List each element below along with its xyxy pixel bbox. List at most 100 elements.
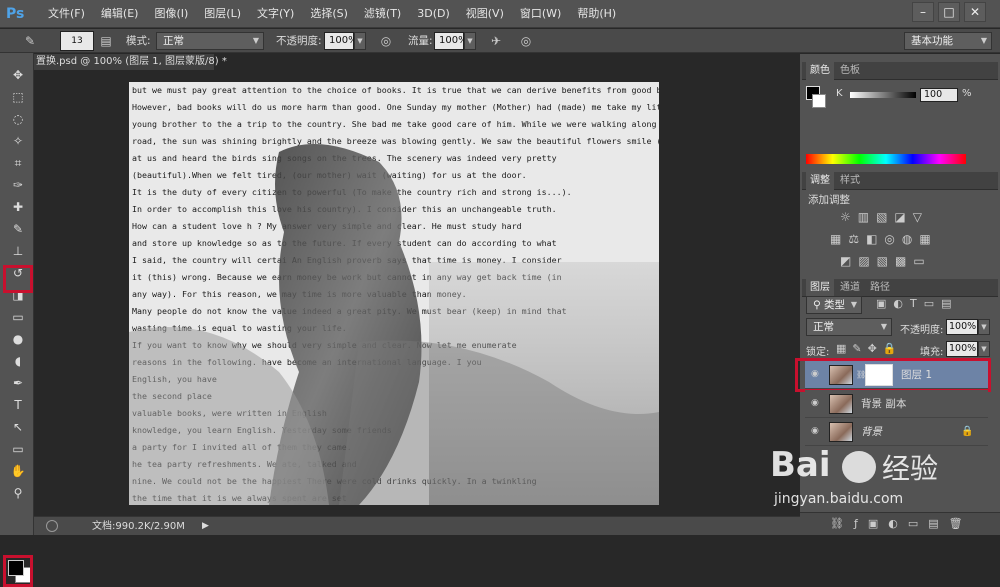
move-tool-icon[interactable]: ✥: [7, 65, 29, 85]
color-panel-tabs: 颜色 色板: [802, 62, 998, 80]
tab-layers[interactable]: 图层: [806, 279, 834, 297]
eyedropper-tool-icon[interactable]: ✑: [7, 175, 29, 195]
maximize-button[interactable]: □: [938, 2, 960, 22]
fill-input[interactable]: 100%: [946, 341, 978, 357]
layer-row-background[interactable]: ◉ 背景 🔒: [805, 418, 988, 446]
brush-panel-icon[interactable]: ▤: [98, 33, 114, 49]
menu-select[interactable]: 选择(S): [302, 0, 356, 28]
workspace-value: 基本功能: [911, 35, 953, 47]
tab-swatches[interactable]: 色板: [836, 62, 864, 80]
marquee-tool-icon[interactable]: ⬚: [7, 87, 29, 107]
background-color-chip[interactable]: [812, 94, 826, 108]
adjustment-icons-row-1[interactable]: ☼▥▧◪▽: [840, 210, 929, 224]
menu-layer[interactable]: 图层(L): [196, 0, 249, 28]
crop-tool-icon[interactable]: ⌗: [7, 153, 29, 173]
dodge-tool-icon[interactable]: ◖: [7, 351, 29, 371]
hand-tool-icon[interactable]: ✋: [7, 461, 29, 481]
color-spectrum-bar[interactable]: [806, 154, 966, 164]
k-value-input[interactable]: 100: [920, 88, 958, 102]
fill-dropdown[interactable]: ▼: [978, 341, 990, 357]
pen-tool-icon[interactable]: ✒: [7, 373, 29, 393]
menu-list: 文件(F) 编辑(E) 图像(I) 图层(L) 文字(Y) 选择(S) 滤镜(T…: [40, 0, 624, 28]
layer-name: 背景 副本: [861, 398, 907, 410]
flow-label: 流量:: [408, 35, 433, 47]
blend-mode-select[interactable]: 正常 ▼: [806, 318, 892, 336]
chevron-down-icon: ▼: [850, 300, 857, 309]
tools-panel: ✥ ⬚ ◌ ✧ ⌗ ✑ ✚ ✎ ⊥ ↺ ◨ ▭ ● ◖ ✒ T ↖ ▭ ✋ ⚲: [0, 53, 34, 587]
pressure-size-icon[interactable]: ◎: [518, 33, 534, 49]
brush-tool-highlight: [3, 265, 33, 293]
menu-bar: Ps 文件(F) 编辑(E) 图像(I) 图层(L) 文字(Y) 选择(S) 滤…: [0, 0, 1000, 28]
brush-preset-icon[interactable]: ✎: [22, 33, 38, 49]
pressure-opacity-icon[interactable]: ◎: [378, 33, 394, 49]
clone-stamp-tool-icon[interactable]: ⊥: [7, 241, 29, 261]
lock-label: 锁定:: [806, 347, 830, 358]
layer-filter-select[interactable]: ⚲ 类型 ▼: [806, 296, 862, 314]
tab-styles[interactable]: 样式: [836, 172, 864, 190]
layer-name: 背景: [861, 426, 882, 438]
brush-tool-icon[interactable]: ✎: [7, 219, 29, 239]
color-swatches[interactable]: [3, 555, 33, 587]
opacity-dropdown[interactable]: ▼: [354, 32, 366, 50]
layer-row-bg-copy[interactable]: ◉ 背景 副本: [805, 390, 988, 418]
status-arrow-icon[interactable]: ▶: [202, 521, 209, 531]
document-tab[interactable]: 置换.psd @ 100% (图层 1, 图层蒙版/8) *: [34, 54, 227, 70]
color-k-label: K: [836, 88, 843, 99]
foreground-color-swatch[interactable]: [8, 560, 24, 576]
paw-logo-icon: [842, 451, 876, 483]
document-canvas[interactable]: but we must pay great attention to the c…: [129, 82, 659, 505]
brush-size-value: 13: [71, 36, 83, 46]
layer-opacity-dropdown[interactable]: ▼: [978, 319, 990, 335]
quick-select-tool-icon[interactable]: ✧: [7, 131, 29, 151]
lock-icons[interactable]: ▦✎✥🔒: [836, 342, 903, 355]
menu-help[interactable]: 帮助(H): [569, 0, 624, 28]
lasso-tool-icon[interactable]: ◌: [7, 109, 29, 129]
type-tool-icon[interactable]: T: [7, 395, 29, 415]
gradient-tool-icon[interactable]: ▭: [7, 307, 29, 327]
layer-filter-icons[interactable]: ▣◐T▭▤: [876, 297, 959, 310]
menu-file[interactable]: 文件(F): [40, 0, 93, 28]
tab-channels[interactable]: 通道: [836, 279, 864, 297]
minimize-button[interactable]: –: [912, 2, 934, 22]
zoom-tool-icon[interactable]: ⚲: [7, 483, 29, 503]
flow-dropdown[interactable]: ▼: [464, 32, 476, 50]
menu-type[interactable]: 文字(Y): [249, 0, 302, 28]
menu-image[interactable]: 图像(I): [146, 0, 196, 28]
airbrush-icon[interactable]: ✈: [488, 33, 504, 49]
baidu-watermark: Bai 经验 jingyan.baidu.com: [770, 445, 980, 520]
menu-3d[interactable]: 3D(D): [409, 0, 458, 28]
visibility-eye-icon[interactable]: ◉: [811, 426, 825, 436]
path-select-tool-icon[interactable]: ↖: [7, 417, 29, 437]
k-slider[interactable]: [850, 92, 916, 98]
mode-label: 模式:: [126, 35, 151, 47]
menu-view[interactable]: 视图(V): [458, 0, 512, 28]
mode-select[interactable]: 正常 ▼: [156, 32, 264, 50]
healing-brush-tool-icon[interactable]: ✚: [7, 197, 29, 217]
options-bar: ✎ 13 ▤ 模式: 正常 ▼ 不透明度: 100% ▼ ◎ 流量: 100% …: [0, 29, 1000, 53]
lock-icon: 🔒: [961, 426, 974, 437]
chevron-down-icon: ▼: [980, 36, 987, 45]
adjustment-icons-row-3[interactable]: ◩▨▧▩▭: [840, 254, 932, 268]
brush-size-picker[interactable]: 13: [60, 31, 94, 51]
photoshop-logo: Ps: [6, 6, 25, 22]
shape-tool-icon[interactable]: ▭: [7, 439, 29, 459]
adjustment-icons-row-2[interactable]: ▦⚖◧◎◍▦: [830, 232, 938, 246]
menu-filter[interactable]: 滤镜(T): [356, 0, 409, 28]
visibility-eye-icon[interactable]: ◉: [811, 398, 825, 408]
chevron-down-icon: ▼: [252, 36, 259, 45]
opacity-input[interactable]: 100%: [324, 32, 358, 50]
blur-tool-icon[interactable]: ●: [7, 329, 29, 349]
status-menu-icon[interactable]: [46, 520, 58, 532]
tab-color[interactable]: 颜色: [806, 62, 834, 80]
menu-window[interactable]: 窗口(W): [512, 0, 569, 28]
workspace-select[interactable]: 基本功能 ▼: [904, 32, 992, 50]
close-button[interactable]: ✕: [964, 2, 986, 22]
layer-opacity-input[interactable]: 100%: [946, 319, 978, 335]
tab-paths[interactable]: 路径: [866, 279, 894, 297]
mode-value: 正常: [163, 35, 184, 47]
layer-filter-value: 类型: [824, 299, 846, 311]
flow-input[interactable]: 100%: [434, 32, 468, 50]
tab-adjustments[interactable]: 调整: [806, 172, 834, 190]
chevron-down-icon: ▼: [880, 322, 887, 331]
menu-edit[interactable]: 编辑(E): [93, 0, 147, 28]
